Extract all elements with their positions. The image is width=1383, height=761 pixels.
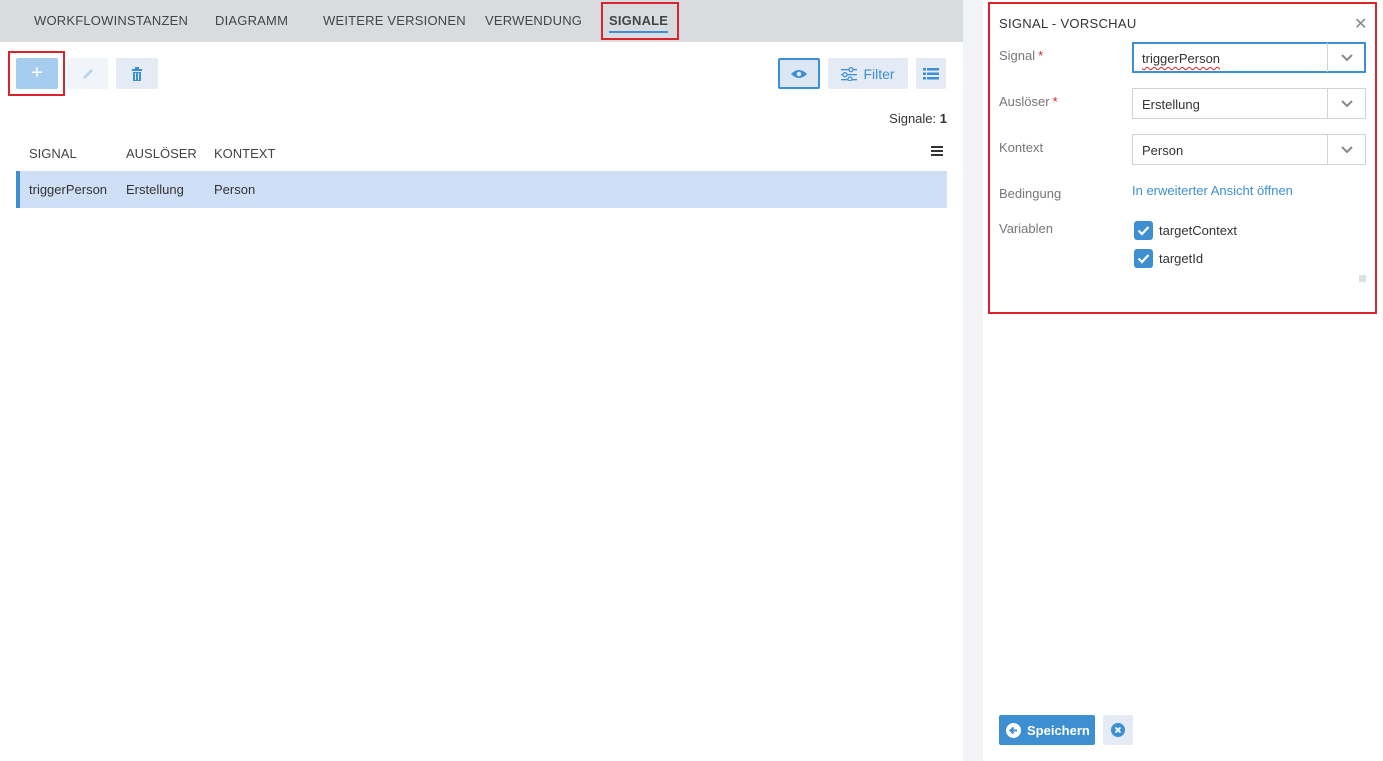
column-menu-icon[interactable] [931,146,943,158]
select-separator [1327,135,1328,164]
pencil-icon [82,68,93,79]
tab-verwendung[interactable]: VERWENDUNG [485,0,582,42]
ausloeser-label: Auslöser * [999,94,1058,109]
ausloeser-label-text: Auslöser [999,94,1050,109]
table-row[interactable]: triggerPerson Erstellung Person [16,171,947,208]
save-button[interactable]: Speichern [999,715,1095,745]
close-circle-icon [1111,723,1125,737]
signal-select[interactable]: triggerPerson [1132,42,1366,73]
close-icon[interactable]: ✕ [1354,14,1367,34]
variable-label-target-id: targetId [1159,251,1204,266]
filter-button[interactable]: Filter [828,58,908,89]
signal-count-label: Signale: [889,111,937,126]
panel-title: SIGNAL - VORSCHAU [999,16,1137,31]
tab-diagramm[interactable]: DIAGRAMM [215,0,288,42]
arrow-left-circle-icon [1006,722,1021,738]
signal-count-value: 1 [939,111,947,126]
signal-select-value: triggerPerson [1142,51,1221,66]
app-root: WORKFLOWINSTANZEN DIAGRAMM WEITERE VERSI… [0,0,1383,761]
variablen-label: Variablen [999,221,1053,236]
required-marker: * [1038,48,1044,63]
list-view-button[interactable] [916,58,946,89]
chevron-down-icon [1341,100,1353,108]
tab-workflowinstanzen[interactable]: WORKFLOWINSTANZEN [34,0,188,42]
filter-label: Filter [863,65,895,82]
checkbox-target-id[interactable] [1134,249,1153,268]
chevron-down-icon [1341,146,1353,154]
check-icon [1137,226,1150,236]
delete-button[interactable] [116,58,158,89]
cell-signal: triggerPerson [29,182,108,197]
main-pane: WORKFLOWINSTANZEN DIAGRAMM WEITERE VERSI… [0,0,963,761]
checkbox-target-context[interactable] [1134,221,1153,240]
ausloeser-select[interactable]: Erstellung [1132,88,1366,119]
trash-icon [132,66,142,81]
tab-highlight-box [601,2,679,40]
tab-weitere-versionen[interactable]: WEITERE VERSIONEN [323,0,466,42]
column-header-signal[interactable]: SIGNAL [29,146,77,161]
eye-icon [791,69,807,78]
pane-divider[interactable] [963,0,983,761]
bedingung-label: Bedingung [999,186,1062,201]
cancel-button[interactable] [1103,715,1133,745]
signal-label: Signal * [999,48,1043,63]
variable-label-target-context: targetContext [1159,223,1238,238]
cell-kontext: Person [214,182,256,197]
sliders-icon [841,66,858,81]
select-separator [1327,89,1328,118]
signal-label-text: Signal [999,48,1036,63]
resize-handle[interactable] [1359,275,1366,282]
signal-count: Signale: 1 [889,111,947,126]
column-header-kontext[interactable]: KONTEXT [214,146,275,161]
preview-toggle-button[interactable] [778,58,820,89]
column-header-ausloeser[interactable]: AUSLÖSER [126,146,197,161]
add-button-highlight-box [8,51,65,96]
ausloeser-select-value: Erstellung [1142,97,1200,112]
kontext-select[interactable]: Person [1132,134,1366,165]
select-separator [1327,43,1328,72]
cell-ausloeser: Erstellung [126,182,184,197]
edit-button[interactable] [67,58,108,89]
save-label: Speichern [1027,722,1090,738]
kontext-select-value: Person [1142,143,1184,158]
open-extended-view-link[interactable]: In erweiterter Ansicht öffnen [1132,183,1293,198]
list-icon [923,67,939,79]
required-marker: * [1052,94,1058,109]
table-header: SIGNAL AUSLÖSER KONTEXT [16,140,947,170]
check-icon [1137,254,1150,264]
tab-bar: WORKFLOWINSTANZEN DIAGRAMM WEITERE VERSI… [0,0,963,42]
chevron-down-icon [1341,54,1353,62]
kontext-label: Kontext [999,140,1044,155]
